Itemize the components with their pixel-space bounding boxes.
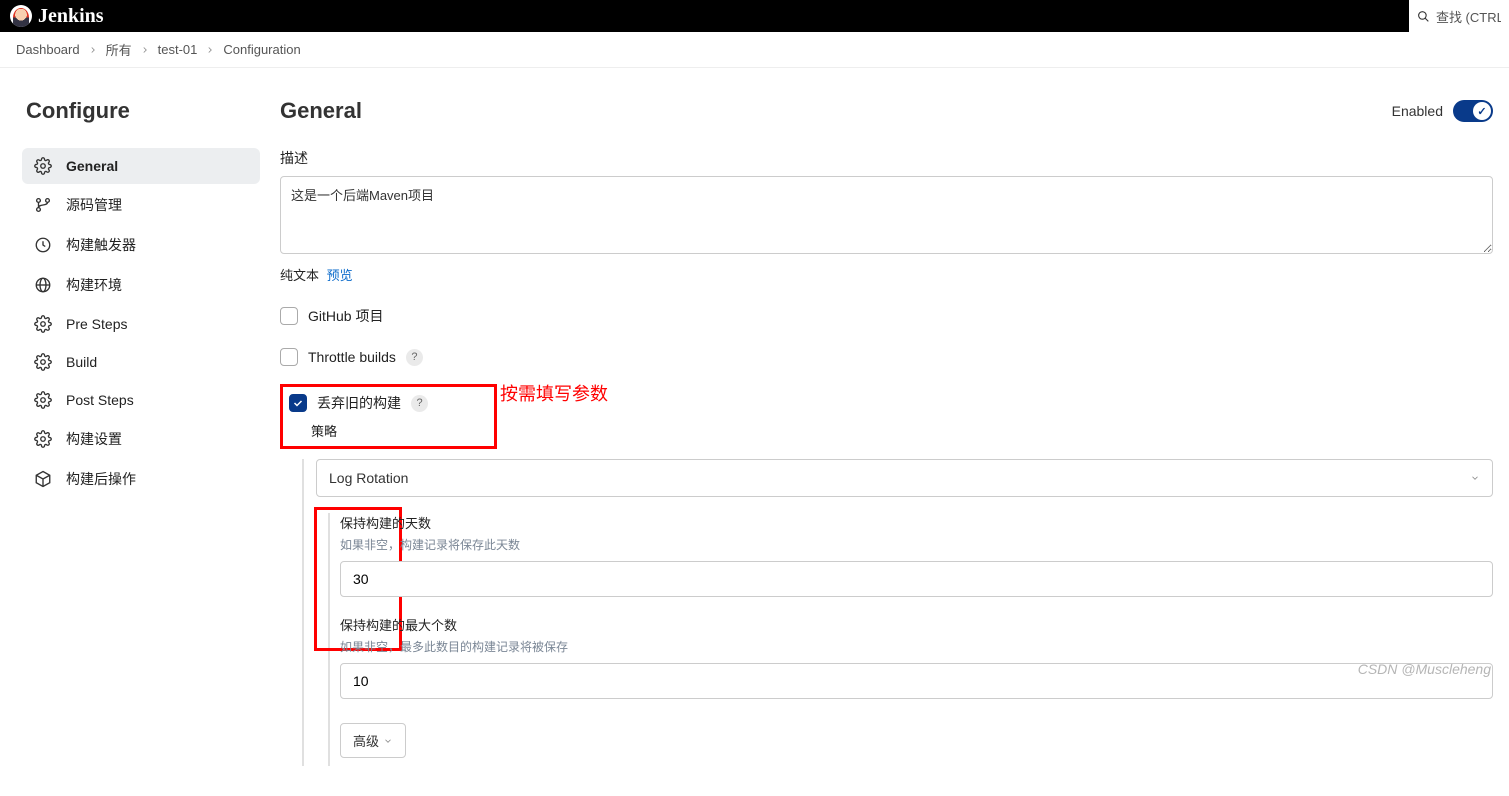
discard-old-builds-checkbox[interactable] bbox=[289, 394, 307, 412]
watermark: CSDN @Muscleheng bbox=[1358, 661, 1491, 677]
sidebar-item-label: 构建后操作 bbox=[66, 469, 136, 489]
help-icon[interactable]: ? bbox=[406, 349, 423, 366]
enabled-label: Enabled bbox=[1392, 103, 1443, 119]
sidebar-item-5[interactable]: Build bbox=[22, 344, 260, 380]
github-checkbox[interactable] bbox=[280, 307, 298, 325]
annotation-box-discard: 丢弃旧的构建 ? 策略 bbox=[280, 384, 497, 449]
advanced-button[interactable]: 高级 bbox=[340, 723, 406, 758]
sidebar-item-label: General bbox=[66, 158, 118, 174]
sidebar-item-label: 构建环境 bbox=[66, 275, 122, 295]
sidebar-item-7[interactable]: 构建设置 bbox=[22, 420, 260, 458]
app-title: Jenkins bbox=[38, 5, 104, 28]
search-icon bbox=[1417, 9, 1430, 24]
sidebar-title: Configure bbox=[22, 98, 260, 124]
annotation-text: 按需填写参数 bbox=[500, 380, 608, 406]
sidebar-item-label: Build bbox=[66, 354, 97, 370]
throttle-checkbox[interactable] bbox=[280, 348, 298, 366]
jenkins-icon bbox=[10, 5, 32, 27]
max-builds-input[interactable] bbox=[340, 663, 1493, 699]
crumb-test01[interactable]: test-01 bbox=[158, 42, 198, 57]
crumb-config[interactable]: Configuration bbox=[223, 42, 300, 57]
sidebar-item-1[interactable]: 源码管理 bbox=[22, 186, 260, 224]
chevron-right-icon bbox=[140, 45, 150, 55]
globe-icon bbox=[34, 276, 52, 294]
sidebar-item-8[interactable]: 构建后操作 bbox=[22, 460, 260, 498]
sidebar-item-6[interactable]: Post Steps bbox=[22, 382, 260, 418]
throttle-label: Throttle builds bbox=[308, 349, 396, 365]
strategy-select[interactable]: Log Rotation bbox=[316, 459, 1493, 497]
top-header: Jenkins 查找 (CTRL+ bbox=[0, 0, 1509, 32]
logo-area[interactable]: Jenkins bbox=[10, 5, 104, 28]
gear-icon bbox=[34, 315, 52, 333]
search-placeholder: 查找 (CTRL+ bbox=[1436, 7, 1501, 26]
page-title: General bbox=[280, 98, 362, 124]
chevron-down-icon bbox=[1470, 473, 1480, 483]
sidebar-item-label: 构建触发器 bbox=[66, 235, 136, 255]
sidebar: Configure General 源码管理构建触发器构建环境 Pre Steps B… bbox=[22, 98, 260, 766]
discard-label: 丢弃旧的构建 bbox=[317, 393, 401, 413]
gear-icon bbox=[34, 391, 52, 409]
strategy-label: 策略 bbox=[311, 421, 428, 440]
help-icon[interactable]: ? bbox=[411, 395, 428, 412]
days-to-keep-label: 保持构建的天数 bbox=[340, 513, 1493, 532]
chevron-down-icon bbox=[383, 736, 393, 746]
max-builds-label: 保持构建的最大个数 bbox=[340, 615, 1493, 634]
chevron-right-icon bbox=[205, 45, 215, 55]
sidebar-item-4[interactable]: Pre Steps bbox=[22, 306, 260, 342]
sidebar-item-label: 构建设置 bbox=[66, 429, 122, 449]
sidebar-item-label: 源码管理 bbox=[66, 195, 122, 215]
github-label: GitHub 项目 bbox=[308, 306, 383, 326]
sidebar-item-2[interactable]: 构建触发器 bbox=[22, 226, 260, 264]
gear-icon bbox=[34, 353, 52, 371]
chevron-right-icon bbox=[88, 45, 98, 55]
description-textarea[interactable] bbox=[280, 176, 1493, 254]
days-to-keep-help: 如果非空，构建记录将保存此天数 bbox=[340, 536, 1493, 553]
cube-icon bbox=[34, 470, 52, 488]
sidebar-item-0[interactable]: General bbox=[22, 148, 260, 184]
description-label: 描述 bbox=[280, 148, 1493, 168]
search-box[interactable]: 查找 (CTRL+ bbox=[1409, 0, 1509, 32]
gear-icon bbox=[34, 157, 52, 175]
crumb-all[interactable]: 所有 bbox=[106, 40, 132, 59]
enabled-toggle[interactable] bbox=[1453, 100, 1493, 122]
sidebar-item-3[interactable]: 构建环境 bbox=[22, 266, 260, 304]
preview-link[interactable]: 预览 bbox=[327, 268, 353, 283]
breadcrumb: Dashboard 所有 test-01 Configuration bbox=[0, 32, 1509, 68]
crumb-dashboard[interactable]: Dashboard bbox=[16, 42, 80, 57]
main-panel: General Enabled 描述 纯文本 预览 GitHub 项目 Thro… bbox=[280, 98, 1493, 766]
gear-icon bbox=[34, 430, 52, 448]
sidebar-item-label: Pre Steps bbox=[66, 316, 127, 332]
plaintext-label: 纯文本 bbox=[280, 268, 319, 283]
sidebar-item-label: Post Steps bbox=[66, 392, 134, 408]
branch-icon bbox=[34, 196, 52, 214]
strategy-value: Log Rotation bbox=[329, 470, 408, 486]
clock-icon bbox=[34, 236, 52, 254]
days-to-keep-input[interactable] bbox=[340, 561, 1493, 597]
max-builds-help: 如果非空，最多此数目的构建记录将被保存 bbox=[340, 638, 1493, 655]
